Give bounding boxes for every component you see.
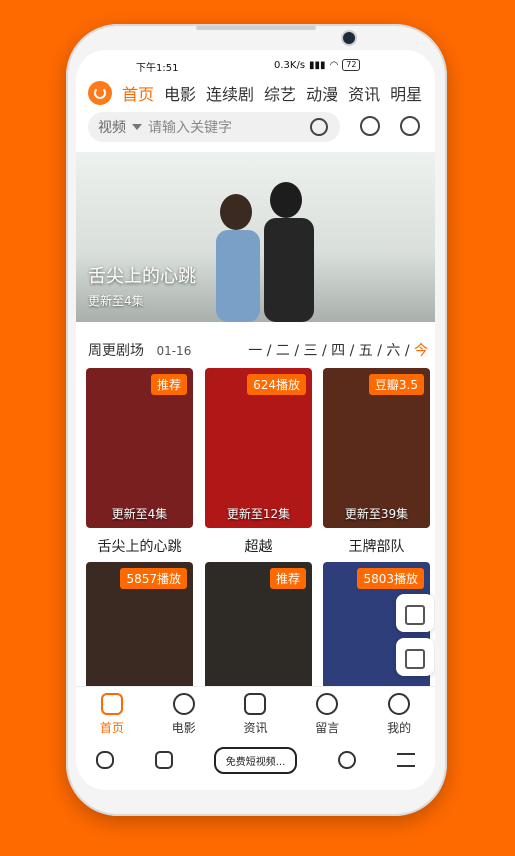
bottom-tab-label: 我的 bbox=[387, 720, 412, 735]
tab-variety[interactable]: 综艺 bbox=[264, 81, 296, 105]
search-category[interactable]: 视频 bbox=[98, 117, 126, 137]
bottom-tab-label: 首页 bbox=[99, 720, 124, 735]
browser-home-icon[interactable] bbox=[96, 751, 115, 769]
top-nav: 首页 电影 连续剧 综艺 动漫 资讯 明星 bbox=[76, 78, 435, 108]
tab-news[interactable]: 资讯 bbox=[348, 81, 380, 105]
tab-series[interactable]: 连续剧 bbox=[206, 81, 254, 105]
status-time: 下午1:51 bbox=[136, 63, 179, 74]
user-icon[interactable] bbox=[400, 116, 420, 136]
weekly-date: 01-16 bbox=[156, 344, 192, 358]
video-card[interactable]: 豆瓣3.5 更新至39集 王牌部队 bbox=[323, 368, 430, 556]
bottom-tab-news[interactable]: 资讯 bbox=[243, 692, 268, 736]
browser-toolbar: 免费短视频... bbox=[76, 740, 435, 780]
banner-subtitle: 更新至4集 bbox=[88, 294, 144, 308]
day-selector: 一 / 二 / 三 / 四 / 五 / 六 / 今 bbox=[248, 343, 428, 359]
bottom-nav: 首页 电影 资讯 留言 我的 bbox=[76, 686, 435, 741]
film-reel-icon bbox=[172, 692, 195, 715]
video-title[interactable]: 王牌部队 bbox=[323, 536, 430, 556]
day-tue[interactable]: 二 bbox=[276, 343, 290, 359]
video-poster[interactable]: 624播放 更新至12集 bbox=[205, 368, 312, 528]
video-poster[interactable]: 豆瓣3.5 更新至39集 bbox=[323, 368, 430, 528]
poster-badge: 豆瓣3.5 bbox=[368, 374, 424, 395]
app-logo-icon[interactable] bbox=[88, 81, 112, 105]
category-tabs: 首页 电影 连续剧 综艺 动漫 资讯 明星 bbox=[122, 81, 422, 105]
menu-icon[interactable] bbox=[396, 753, 415, 767]
video-card[interactable]: 推荐 更新至4集 舌尖上的心跳 bbox=[86, 368, 193, 556]
video-title[interactable]: 超越 bbox=[205, 536, 312, 556]
history-icon[interactable] bbox=[360, 116, 380, 136]
profile-icon bbox=[388, 692, 411, 715]
weekly-header: 周更剧场 01-16 一 / 二 / 三 / 四 / 五 / 六 / 今 bbox=[88, 340, 428, 360]
tabs-icon[interactable] bbox=[155, 751, 174, 769]
poster-badge: 推荐 bbox=[269, 568, 306, 589]
signal-icon: ▮▮▮ bbox=[309, 59, 326, 71]
bottom-tab-label: 留言 bbox=[315, 720, 340, 735]
tab-anime[interactable]: 动漫 bbox=[306, 81, 338, 105]
microphone-icon[interactable] bbox=[337, 751, 356, 769]
bottom-tab-home[interactable]: 首页 bbox=[99, 692, 124, 736]
day-wed[interactable]: 三 bbox=[304, 343, 318, 359]
day-thu[interactable]: 四 bbox=[331, 343, 345, 359]
day-sat[interactable]: 六 bbox=[386, 343, 400, 359]
bottom-tab-message[interactable]: 留言 bbox=[315, 692, 340, 736]
bottom-tab-movie[interactable]: 电影 bbox=[171, 692, 196, 736]
poster-update: 更新至39集 bbox=[344, 507, 409, 521]
share-icon bbox=[405, 605, 425, 625]
phone-speaker bbox=[196, 26, 316, 30]
message-icon bbox=[316, 692, 339, 715]
home-icon bbox=[100, 692, 123, 715]
wifi-icon: ◠ bbox=[329, 59, 339, 71]
day-fri[interactable]: 五 bbox=[359, 343, 373, 359]
hero-banner[interactable]: 舌尖上的心跳 更新至4集 bbox=[76, 152, 435, 322]
poster-badge: 5803播放 bbox=[357, 568, 424, 589]
poster-update: 更新至4集 bbox=[111, 507, 168, 521]
status-bar: 下午1:51 0.3K/s ▮▮▮ ◠ 72 bbox=[76, 56, 435, 76]
video-card[interactable]: 624播放 更新至12集 超越 bbox=[205, 368, 312, 556]
status-right: 0.3K/s ▮▮▮ ◠ 72 bbox=[274, 59, 361, 71]
video-chip[interactable]: 免费短视频... bbox=[213, 746, 298, 774]
banner-title: 舌尖上的心跳 bbox=[88, 266, 196, 287]
poster-badge: 624播放 bbox=[247, 374, 306, 395]
tab-home[interactable]: 首页 bbox=[122, 81, 154, 105]
front-camera bbox=[343, 32, 355, 44]
banner-image bbox=[216, 182, 314, 322]
chevron-down-icon[interactable] bbox=[132, 124, 142, 130]
video-title[interactable]: 舌尖上的心跳 bbox=[86, 536, 193, 556]
poster-badge: 5857播放 bbox=[120, 568, 187, 589]
day-mon[interactable]: 一 bbox=[248, 343, 262, 359]
search-icon[interactable] bbox=[310, 118, 328, 136]
bottom-tab-label: 电影 bbox=[171, 720, 196, 735]
bottom-tab-mine[interactable]: 我的 bbox=[387, 692, 412, 736]
share-float-button[interactable] bbox=[396, 594, 434, 632]
poster-badge: 推荐 bbox=[150, 374, 187, 395]
app-screen: 下午1:51 0.3K/s ▮▮▮ ◠ 72 首页 电影 连续剧 综艺 动漫 资… bbox=[76, 50, 435, 790]
search-bar[interactable]: 视频 请输入关键字 bbox=[88, 112, 340, 142]
video-poster[interactable]: 推荐 更新至4集 bbox=[86, 368, 193, 528]
news-icon bbox=[244, 692, 267, 715]
poster-update: 更新至12集 bbox=[226, 507, 291, 521]
battery-icon: 72 bbox=[342, 59, 361, 71]
day-today[interactable]: 今 bbox=[414, 343, 428, 359]
weekly-title: 周更剧场 bbox=[88, 343, 144, 359]
bottom-tab-label: 资讯 bbox=[243, 720, 268, 735]
tab-movie[interactable]: 电影 bbox=[164, 81, 196, 105]
network-speed: 0.3K/s bbox=[274, 59, 306, 71]
image-float-button[interactable] bbox=[396, 638, 434, 676]
image-icon bbox=[405, 649, 425, 669]
tab-stars[interactable]: 明星 bbox=[390, 81, 422, 105]
